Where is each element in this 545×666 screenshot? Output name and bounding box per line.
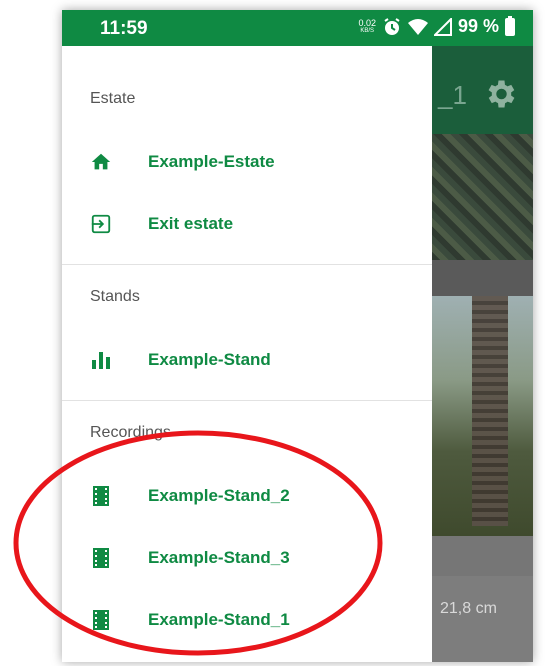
background-title-fragment: _1 — [438, 80, 467, 110]
background-band — [432, 260, 533, 296]
section-title-recordings: Recordings — [90, 424, 171, 441]
background-measurement-panel: 21,8 cm — [432, 576, 533, 662]
net-speed: 0.02 KB/S — [358, 17, 376, 34]
measurement-value: 21,8 cm — [440, 600, 497, 617]
drawer-item-example-stand-1[interactable]: Example-Stand_1 — [90, 600, 290, 640]
drawer-item-label: Example-Stand_3 — [148, 548, 290, 567]
gear-icon[interactable] — [482, 76, 518, 112]
drawer-item-label: Example-Estate — [148, 152, 275, 171]
status-icons: 0.02 KB/S 99 % — [358, 15, 515, 37]
home-icon — [90, 151, 112, 173]
signal-icon — [433, 17, 452, 36]
drawer-item-example-stand-2[interactable]: Example-Stand_2 — [90, 476, 290, 516]
battery-icon — [505, 15, 515, 36]
battery-percent: 99 % — [457, 16, 499, 36]
wifi-icon — [407, 18, 428, 35]
film-icon — [90, 609, 112, 631]
status-bar: 11:59 0.02 KB/S 99 % — [62, 10, 533, 46]
background-separator — [432, 536, 533, 576]
phone-screen: 11:59 0.02 KB/S 99 % _1 21,8 cm Estate E… — [62, 10, 533, 662]
exit-icon — [90, 213, 112, 235]
drawer-divider — [62, 400, 432, 401]
drawer-item-example-estate[interactable]: Example-Estate — [90, 142, 275, 182]
bar-chart-icon — [90, 349, 112, 371]
drawer-item-label: Exit estate — [148, 214, 234, 233]
background-image-top — [432, 134, 533, 260]
drawer-item-label: Example-Stand_2 — [148, 486, 290, 505]
background-app: _1 21,8 cm — [432, 46, 533, 662]
navigation-drawer: Estate Example-Estate Exit estate Stands — [62, 46, 432, 662]
drawer-item-example-stand-3[interactable]: Example-Stand_3 — [90, 538, 290, 578]
background-toolbar: _1 — [432, 46, 533, 134]
status-time: 11:59 — [100, 18, 148, 39]
drawer-item-label: Example-Stand_1 — [148, 610, 290, 629]
film-icon — [90, 485, 112, 507]
drawer-item-example-stand[interactable]: Example-Stand — [90, 340, 271, 380]
drawer-item-exit-estate[interactable]: Exit estate — [90, 204, 233, 244]
section-title-stands: Stands — [90, 288, 140, 305]
section-title-estate: Estate — [90, 90, 136, 107]
background-tree-trunk — [472, 296, 508, 526]
drawer-divider — [62, 264, 432, 265]
alarm-icon — [384, 17, 400, 35]
film-icon — [90, 547, 112, 569]
drawer-item-label: Example-Stand — [148, 350, 271, 369]
